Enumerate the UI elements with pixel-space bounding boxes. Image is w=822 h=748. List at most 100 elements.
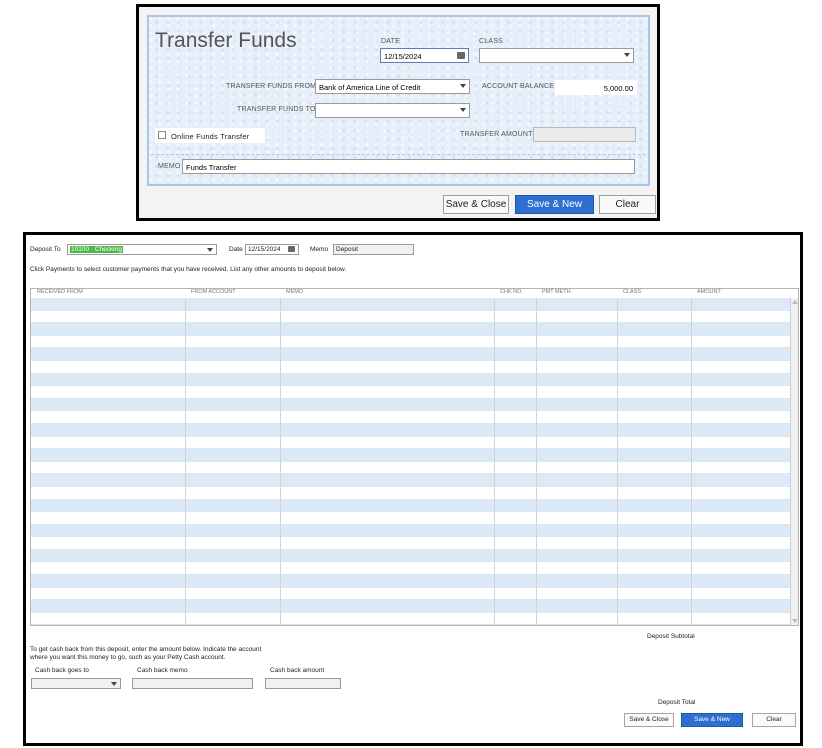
column-divider xyxy=(185,298,186,625)
class-dropdown[interactable] xyxy=(479,48,634,63)
save-new-button[interactable]: Save & New xyxy=(515,195,594,214)
transfer-to-label: TRANSFER FUNDS TO xyxy=(237,106,316,113)
class-label: CLASS xyxy=(479,38,503,45)
deposit-to-label: Deposit To xyxy=(30,246,61,253)
table-row[interactable] xyxy=(31,549,791,563)
transfer-to-dropdown[interactable] xyxy=(315,103,470,118)
table-row[interactable] xyxy=(31,449,791,462)
make-deposits-window: Deposit To 10100 · Checking Date 12/15/2… xyxy=(23,232,803,746)
column-divider xyxy=(494,298,495,625)
page-title: Transfer Funds xyxy=(155,29,297,52)
calendar-icon[interactable] xyxy=(457,52,465,59)
cashback-instructions-line1: To get cash back from this deposit, ente… xyxy=(30,646,262,653)
scroll-down-icon[interactable] xyxy=(792,619,798,623)
table-row[interactable] xyxy=(31,386,791,399)
date-label: DATE xyxy=(381,38,400,45)
column-divider xyxy=(536,298,537,625)
table-row[interactable] xyxy=(31,474,791,487)
cash-back-memo-label: Cash back memo xyxy=(137,667,188,674)
column-header-memo[interactable]: MEMO xyxy=(286,289,303,295)
scroll-up-icon[interactable] xyxy=(792,300,798,304)
deposit-to-value: 10100 · Checking xyxy=(70,246,123,253)
column-header-chk-no[interactable]: CHK NO. xyxy=(500,289,523,295)
memo-input[interactable]: Deposit xyxy=(333,244,414,255)
clear-button[interactable]: Clear xyxy=(752,713,796,727)
table-row[interactable] xyxy=(31,537,791,550)
deposit-subtotal-label: Deposit Subtotal xyxy=(647,633,695,640)
memo-label: MEMO xyxy=(158,163,181,170)
deposit-to-dropdown[interactable]: 10100 · Checking xyxy=(67,244,217,255)
column-divider xyxy=(280,298,281,625)
transfer-from-label: TRANSFER FUNDS FROM xyxy=(226,83,317,90)
cash-back-goes-to-label: Cash back goes to xyxy=(35,667,89,674)
table-row[interactable] xyxy=(31,423,791,437)
cash-back-account-dropdown[interactable] xyxy=(31,678,121,689)
transfer-funds-panel: Transfer Funds DATE 12/15/2024 CLASS TRA… xyxy=(147,15,650,186)
account-balance-label: ACCOUNT BALANCE xyxy=(482,83,555,90)
save-close-button[interactable]: Save & Close xyxy=(443,195,509,214)
transfer-from-dropdown[interactable]: Bank of America Line of Credit xyxy=(315,79,470,94)
cashback-instructions-line2: where you want this money to go, such as… xyxy=(30,654,226,661)
online-transfer-checkbox[interactable] xyxy=(158,131,166,139)
table-row[interactable] xyxy=(31,398,791,412)
table-row[interactable] xyxy=(31,360,791,374)
table-row[interactable] xyxy=(31,575,791,588)
table-row[interactable] xyxy=(31,310,791,324)
transfer-funds-window: Transfer Funds DATE 12/15/2024 CLASS TRA… xyxy=(136,4,660,221)
date-label: Date xyxy=(229,246,243,253)
table-row[interactable] xyxy=(31,348,791,361)
table-row[interactable] xyxy=(31,335,791,349)
chevron-down-icon[interactable] xyxy=(624,53,630,57)
deposit-date-field[interactable]: 12/15/2024 xyxy=(245,244,299,255)
table-row[interactable] xyxy=(31,323,791,336)
table-row[interactable] xyxy=(31,600,791,613)
date-field[interactable]: 12/15/2024 xyxy=(380,48,469,63)
table-row[interactable] xyxy=(31,298,791,311)
table-row[interactable] xyxy=(31,587,791,601)
table-row[interactable] xyxy=(31,499,791,513)
transfer-amount-input[interactable] xyxy=(533,127,636,142)
column-divider xyxy=(617,298,618,625)
calendar-icon[interactable] xyxy=(288,246,295,252)
deposit-table: RECEIVED FROM FROM ACCOUNT MEMO CHK NO. … xyxy=(30,288,799,626)
vertical-scrollbar[interactable] xyxy=(790,298,798,625)
divider xyxy=(151,154,646,155)
column-header-amount[interactable]: AMOUNT xyxy=(697,289,721,295)
clear-button[interactable]: Clear xyxy=(599,195,656,214)
save-new-button[interactable]: Save & New xyxy=(681,713,743,727)
deposit-total-label: Deposit Total xyxy=(658,699,696,706)
table-row[interactable] xyxy=(31,486,791,500)
table-row[interactable] xyxy=(31,524,791,538)
instructions-text: Click Payments to select customer paymen… xyxy=(30,266,347,273)
date-value: 12/15/2024 xyxy=(248,246,281,253)
column-header-received-from[interactable]: RECEIVED FROM xyxy=(37,289,83,295)
table-row[interactable] xyxy=(31,562,791,576)
column-header-from-account[interactable]: FROM ACCOUNT xyxy=(191,289,236,295)
save-close-button[interactable]: Save & Close xyxy=(624,713,674,727)
table-row[interactable] xyxy=(31,436,791,450)
transfer-from-value: Bank of America Line of Credit xyxy=(319,83,421,92)
chevron-down-icon[interactable] xyxy=(460,84,466,88)
table-row[interactable] xyxy=(31,612,791,625)
table-rows xyxy=(31,298,791,625)
chevron-down-icon[interactable] xyxy=(207,248,213,252)
memo-label: Memo xyxy=(310,246,329,253)
account-balance-value: 5,000.00 xyxy=(555,80,637,95)
cash-back-amount-label: Cash back amount xyxy=(270,667,325,674)
chevron-down-icon[interactable] xyxy=(111,682,117,686)
online-transfer-option[interactable]: Online Funds Transfer xyxy=(155,128,265,143)
date-value: 12/15/2024 xyxy=(384,52,422,61)
memo-input[interactable]: Funds Transfer xyxy=(182,159,635,174)
column-header-pmt-meth[interactable]: PMT METH. xyxy=(542,289,572,295)
table-row[interactable] xyxy=(31,512,791,525)
table-row[interactable] xyxy=(31,461,791,475)
column-divider xyxy=(691,298,692,625)
table-row[interactable] xyxy=(31,373,791,387)
chevron-down-icon[interactable] xyxy=(460,108,466,112)
table-row[interactable] xyxy=(31,411,791,424)
cash-back-amount-input[interactable] xyxy=(265,678,341,689)
cash-back-memo-input[interactable] xyxy=(132,678,253,689)
column-header-class[interactable]: CLASS xyxy=(623,289,641,295)
online-transfer-label: Online Funds Transfer xyxy=(171,132,250,141)
transfer-amount-label: TRANSFER AMOUNT xyxy=(460,131,533,138)
